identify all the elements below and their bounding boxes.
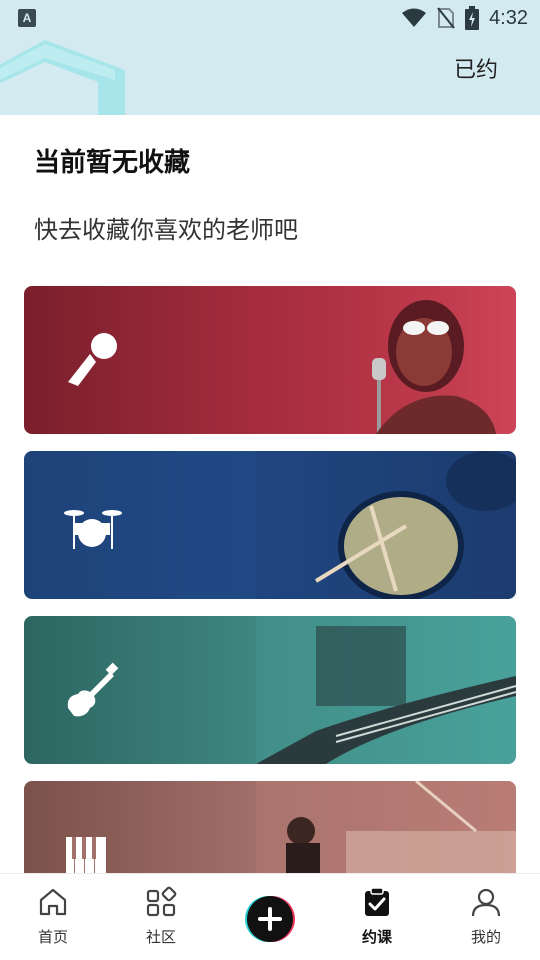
- battery-charging-icon: [465, 6, 480, 30]
- empty-state-subtitle: 快去收藏你喜欢的老师吧: [34, 216, 298, 244]
- booked-button[interactable]: 已约: [454, 52, 498, 84]
- grid-icon: [146, 886, 177, 917]
- wifi-icon: [402, 8, 427, 27]
- microphone-icon: [68, 333, 117, 386]
- electric-guitar-icon: [67, 662, 119, 717]
- nav-community-label: 社区: [145, 928, 176, 946]
- nav-booking-label: 约课: [361, 928, 392, 946]
- singer-photo: [256, 286, 516, 434]
- category-card-guitar[interactable]: [24, 616, 516, 764]
- drum-photo: [256, 451, 516, 599]
- category-card-vocal[interactable]: [24, 286, 516, 434]
- category-card-drum[interactable]: [24, 451, 516, 599]
- nav-community[interactable]: 社区: [121, 874, 201, 960]
- nav-profile-label: 我的: [470, 928, 501, 946]
- top-header: A 4:32 已约: [0, 0, 540, 115]
- empty-state-title: 当前暂无收藏: [34, 148, 191, 178]
- publish-button[interactable]: [247, 896, 293, 942]
- home-icon: [39, 888, 67, 916]
- status-time: 4:32: [489, 6, 528, 29]
- header-decoration: [0, 40, 125, 115]
- user-icon: [471, 888, 501, 917]
- nav-home[interactable]: 首页: [13, 874, 93, 960]
- nav-home-label: 首页: [37, 928, 68, 946]
- keyboard-status-icon: A: [18, 9, 36, 27]
- bottom-nav: 首页 社区 约课 我的: [0, 873, 540, 960]
- nav-booking[interactable]: 约课: [337, 874, 417, 960]
- status-icons: 4:32: [401, 6, 528, 30]
- plus-icon-vertical: [268, 907, 272, 931]
- drum-kit-icon: [64, 510, 122, 549]
- no-sim-icon: [437, 7, 455, 29]
- guitar-photo: [256, 616, 516, 764]
- nav-profile[interactable]: 我的: [446, 874, 526, 960]
- clipboard-check-icon: [365, 887, 389, 916]
